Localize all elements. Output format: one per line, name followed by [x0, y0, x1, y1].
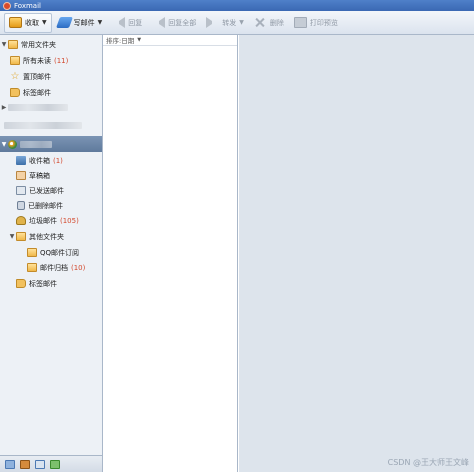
archive-label: 邮件归档 — [40, 263, 68, 272]
redacted-account-name — [8, 104, 68, 111]
common-folders-label: 常用文件夹 — [21, 40, 56, 49]
forward-label: 转发 — [222, 18, 237, 27]
sidebar-item-sent[interactable]: 已发送邮件 — [0, 183, 102, 198]
reply-icon — [112, 17, 126, 28]
sidebar-item-archive[interactable]: 邮件归档 (10) — [0, 260, 102, 275]
sidebar-item-all-unread[interactable]: 所有未读 (11) — [0, 53, 102, 68]
sidebar-item-junk[interactable]: 垃圾邮件 (105) — [0, 213, 102, 228]
watermark: CSDN @王大师王文峰 — [387, 458, 469, 467]
receive-button[interactable]: 收取 ▼ — [4, 12, 52, 33]
tagged-label: 标签邮件 — [23, 88, 51, 97]
reply-all-icon — [152, 17, 166, 28]
sidebar-item-inbox[interactable]: 收件箱 (1) — [0, 153, 102, 168]
tag-icon — [10, 88, 20, 97]
inbox-count: (1) — [53, 156, 63, 165]
mail-view-icon[interactable] — [5, 459, 15, 469]
reply-label: 回复 — [128, 18, 143, 27]
account-row-redacted[interactable] — [0, 118, 102, 133]
folder-icon — [27, 248, 37, 257]
tag-icon — [16, 279, 26, 288]
redacted-account-name — [4, 122, 82, 129]
delete-label: 删除 — [269, 18, 284, 27]
receive-icon — [9, 17, 22, 28]
print-preview-button[interactable]: 打印预览 — [290, 13, 342, 33]
chevron-down-icon[interactable]: ▼ — [137, 37, 141, 43]
reply-all-label: 回复全部 — [168, 18, 197, 27]
account-row-selected[interactable]: ▼ — [0, 136, 102, 152]
sidebar-bottom-bar — [0, 455, 102, 472]
window-title: Foxmail — [14, 1, 41, 10]
trash-icon — [17, 201, 25, 210]
other-folders-label: 其他文件夹 — [29, 232, 64, 241]
inbox-label: 收件箱 — [29, 156, 50, 165]
reply-button[interactable]: 回复 — [108, 13, 146, 33]
sidebar-item-other-folders[interactable]: ▼ 其他文件夹 — [0, 229, 102, 244]
expand-arrow-icon[interactable]: ▶ — [0, 104, 8, 111]
delete-icon — [254, 17, 267, 28]
folder-icon — [10, 56, 20, 65]
inbox-icon — [16, 156, 26, 165]
account-icon — [8, 139, 17, 149]
toolbar: 收取 ▼ 写邮件 ▼ 回复 回复全部 转发 ▼ 删除 打印预览 — [0, 11, 474, 35]
sent-icon — [16, 186, 26, 195]
sidebar-item-drafts[interactable]: 草稿箱 — [0, 168, 102, 183]
junk-label: 垃圾邮件 — [29, 216, 57, 225]
receive-label: 收取 — [25, 18, 39, 27]
folder-icon — [16, 232, 26, 241]
title-bar: Foxmail — [0, 0, 474, 11]
redacted-account-name — [20, 140, 52, 148]
chevron-down-icon[interactable]: ▼ — [42, 19, 47, 26]
folder-icon — [27, 263, 37, 272]
contacts-icon[interactable] — [20, 459, 30, 469]
unread-count: (11) — [54, 56, 69, 65]
mail-list-pane: 排序:日期 ▼ — [103, 35, 238, 472]
sidebar-item-pinned[interactable]: ☆ 置顶邮件 — [0, 69, 102, 84]
sort-label: 排序:日期 — [106, 37, 135, 45]
forward-icon — [206, 17, 219, 28]
compose-button[interactable]: 写邮件 ▼ — [54, 13, 107, 33]
compose-label: 写邮件 — [73, 18, 95, 27]
account-row-collapsed[interactable]: ▶ — [0, 100, 102, 115]
chevron-down-icon[interactable]: ▼ — [239, 19, 244, 26]
calendar-icon[interactable] — [35, 459, 45, 469]
sidebar-item-tagged[interactable]: 标签邮件 — [0, 85, 102, 100]
sidebar-item-qq-subscriptions[interactable]: QQ邮件订阅 — [0, 245, 102, 260]
folder-icon — [8, 40, 18, 49]
drafts-icon — [16, 171, 26, 180]
sidebar-item-account-tags[interactable]: 标签邮件 — [0, 276, 102, 291]
junk-count: (105) — [60, 216, 79, 225]
star-icon: ☆ — [10, 71, 20, 82]
drafts-label: 草稿箱 — [29, 171, 50, 180]
pinned-label: 置顶邮件 — [23, 72, 51, 81]
folder-sidebar: ▼ 常用文件夹 所有未读 (11) ☆ 置顶邮件 标签邮件 ▶ ▼ 收件箱 (1… — [0, 35, 103, 472]
sidebar-item-deleted[interactable]: 已删除邮件 — [0, 198, 102, 213]
forward-button[interactable]: 转发 ▼ — [202, 13, 248, 33]
collapse-arrow-icon[interactable]: ▼ — [8, 233, 16, 240]
collapse-arrow-icon[interactable]: ▼ — [0, 41, 8, 48]
sort-header[interactable]: 排序:日期 ▼ — [103, 35, 237, 46]
qq-subscriptions-label: QQ邮件订阅 — [40, 248, 80, 257]
notes-icon[interactable] — [50, 459, 60, 469]
all-unread-label: 所有未读 — [23, 56, 51, 65]
foxmail-logo-icon — [3, 1, 11, 10]
reply-all-button[interactable]: 回复全部 — [148, 13, 200, 33]
printer-icon — [293, 17, 307, 28]
common-folders-group[interactable]: ▼ 常用文件夹 — [0, 37, 102, 52]
collapse-arrow-icon[interactable]: ▼ — [0, 141, 8, 148]
account-tags-label: 标签邮件 — [29, 279, 57, 288]
reading-pane: CSDN @王大师王文峰 — [239, 35, 474, 472]
print-preview-label: 打印预览 — [309, 18, 338, 27]
archive-count: (10) — [71, 263, 86, 272]
delete-button[interactable]: 删除 — [250, 13, 288, 33]
junk-icon — [16, 216, 26, 225]
deleted-label: 已删除邮件 — [28, 201, 63, 210]
sent-label: 已发送邮件 — [29, 186, 64, 195]
compose-icon — [55, 17, 73, 28]
chevron-down-icon[interactable]: ▼ — [98, 19, 103, 26]
